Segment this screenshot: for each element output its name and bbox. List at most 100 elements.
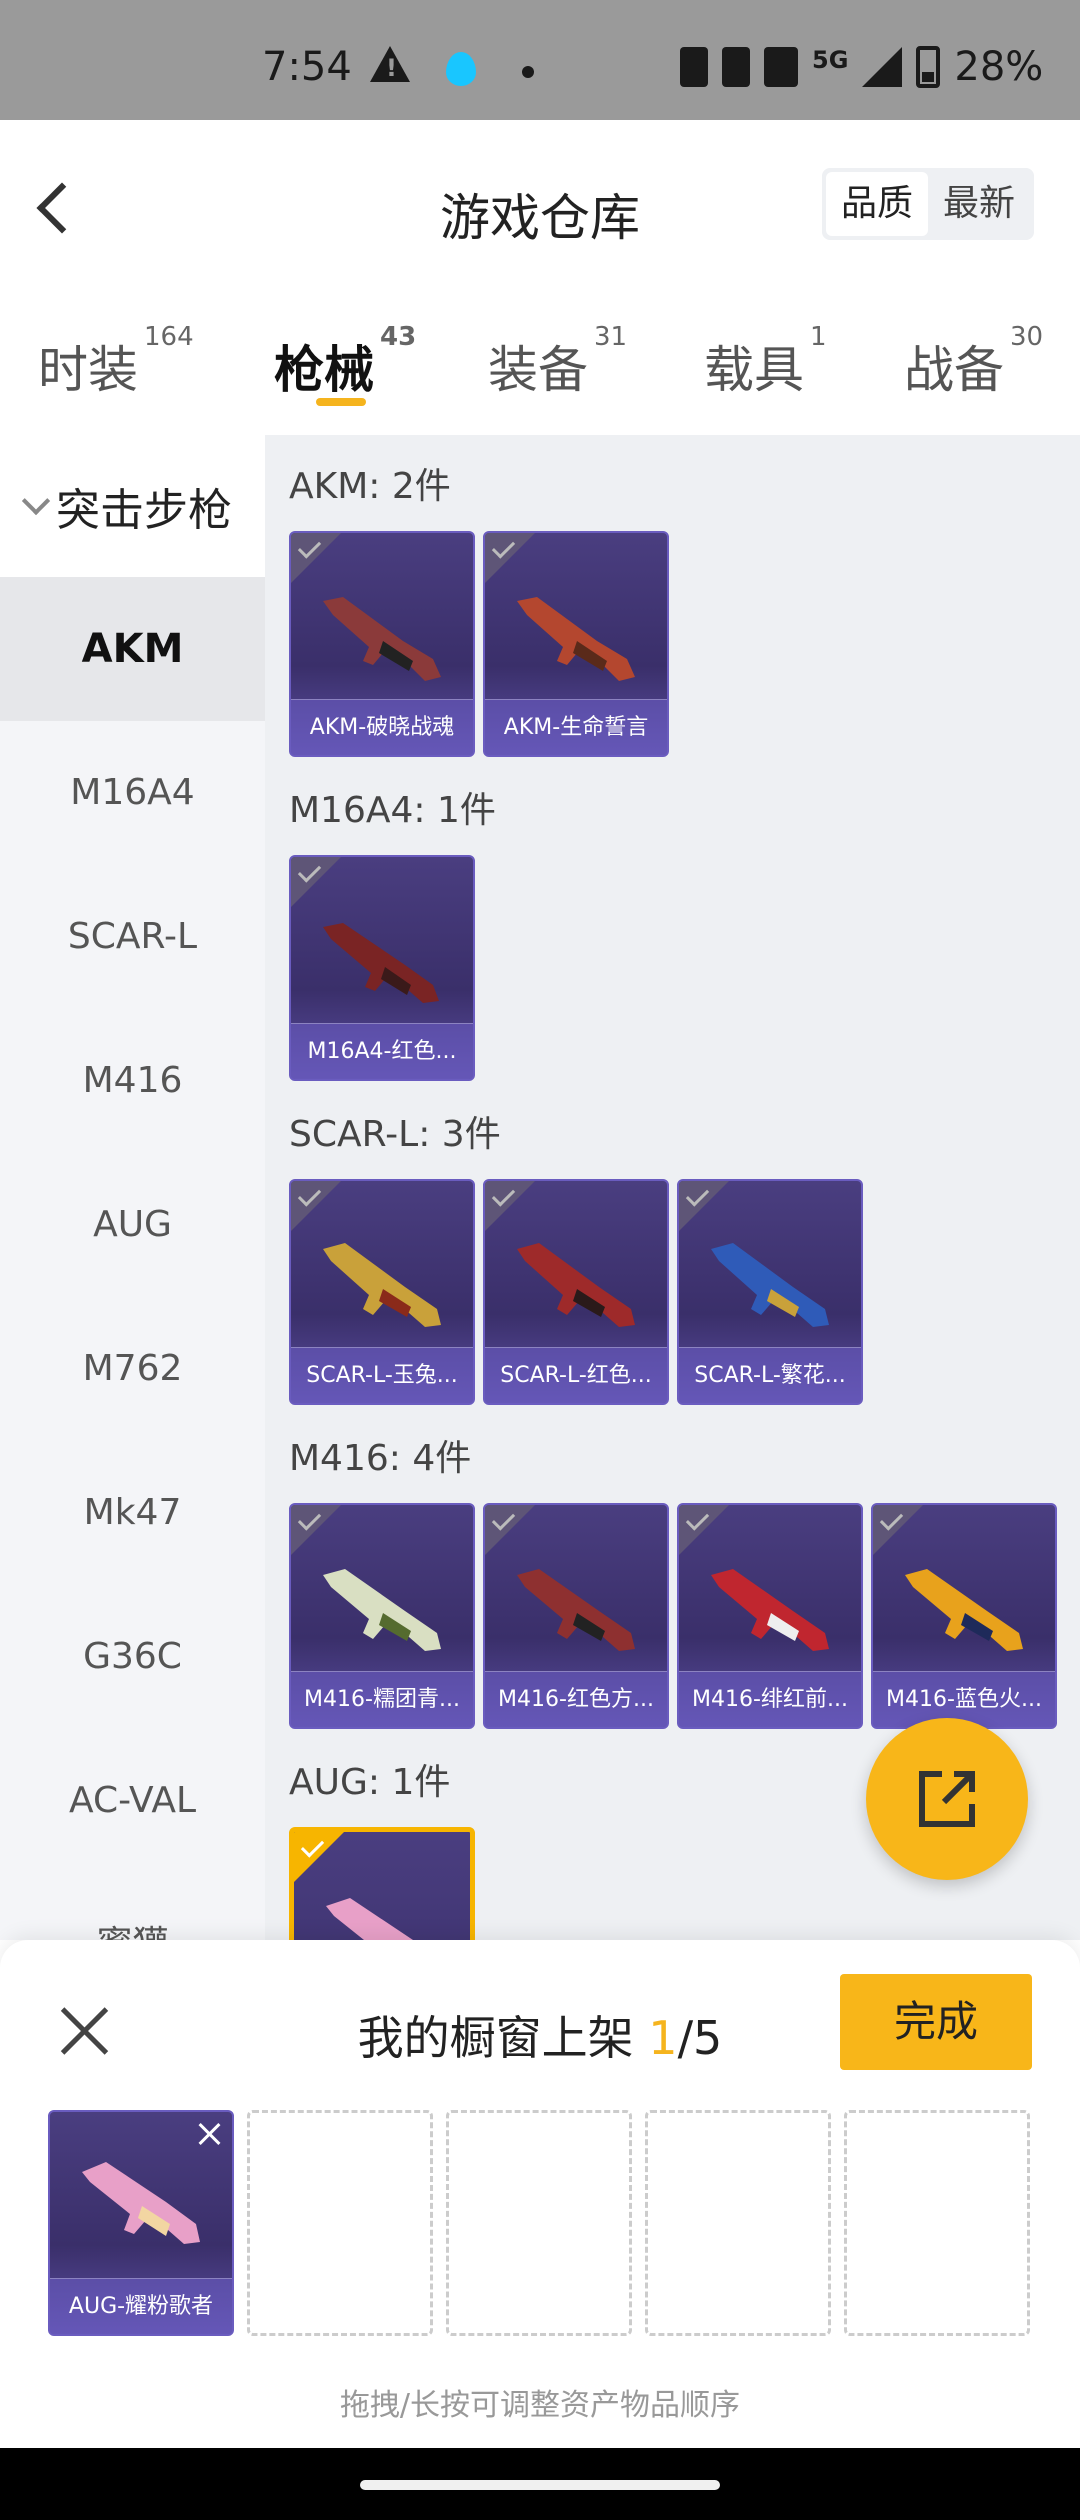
item-card[interactable]: M16A4-红色... [289, 855, 475, 1081]
section-title-akm: AKM: 2件 [289, 466, 451, 507]
showcase-count-current: 1 [648, 2011, 678, 2065]
home-handle[interactable] [360, 2480, 720, 2490]
check-icon [679, 1505, 729, 1555]
check-icon [485, 1181, 535, 1231]
sidebar-item-m416[interactable]: M416 [0, 1009, 265, 1153]
item-name: SCAR-L-玉兔... [291, 1347, 473, 1403]
check-icon [291, 1181, 341, 1231]
sidebar-item-ac-val[interactable]: AC-VAL [0, 1729, 265, 1873]
sidebar-item-aug[interactable]: AUG [0, 1153, 265, 1297]
check-icon [485, 533, 535, 583]
done-button[interactable]: 完成 [840, 1974, 1032, 2070]
section-title-scar-l: SCAR-L: 3件 [289, 1114, 501, 1155]
item-card[interactable]: M416-蓝色火... [871, 1503, 1057, 1729]
sidebar-item-honey-badger[interactable]: 蜜獾 [0, 1873, 265, 1940]
status-right: 5G 28% [680, 44, 1043, 90]
section-title-m416: M416: 4件 [289, 1438, 472, 1479]
sidebar-item-g36c[interactable]: G36C [0, 1585, 265, 1729]
item-name: M16A4-红色... [291, 1023, 473, 1079]
rifle-icon [517, 597, 635, 681]
chevron-down-icon [21, 486, 51, 516]
share-fab[interactable] [866, 1718, 1028, 1880]
remove-icon[interactable] [194, 2118, 226, 2150]
reorder-hint: 拖拽/长按可调整资产物品顺序 [339, 2388, 741, 2423]
sidebar-item-akm[interactable]: AKM [0, 577, 265, 721]
item-card[interactable]: M416-红色方... [483, 1503, 669, 1729]
rifle-icon [323, 1569, 441, 1651]
tab-count: 43 [380, 322, 417, 352]
tab-fashion[interactable]: 时装164 [38, 322, 194, 402]
tab-label: 时装 [38, 341, 138, 399]
item-card[interactable]: SCAR-L-玉兔... [289, 1179, 475, 1405]
item-grid: AKM: 2件 AKM-破晓战魂 AKM-生命誓言 M16A4: 1件 M16A… [265, 435, 1080, 1940]
item-name: M416-红色方... [485, 1671, 667, 1727]
sidebar-group-label: 突击步枪 [56, 485, 232, 536]
sidebar-item-m762[interactable]: M762 [0, 1297, 265, 1441]
share-icon [919, 1771, 975, 1827]
check-icon [679, 1181, 729, 1231]
tab-gear[interactable]: 装备31 [488, 322, 627, 402]
showcase-slot-5[interactable] [844, 2110, 1030, 2336]
item-name: M416-蓝色火... [873, 1671, 1055, 1727]
item-name: SCAR-L-繁花... [679, 1347, 861, 1403]
tab-label: 装备 [488, 341, 588, 399]
sort-toggle: 品质 最新 [822, 168, 1034, 240]
tab-vehicles[interactable]: 载具1 [704, 322, 827, 402]
wifi-icon [764, 47, 798, 87]
sort-quality[interactable]: 品质 [826, 172, 928, 236]
showcase-count-total: /5 [677, 2011, 723, 2065]
sidebar-item-scar-l[interactable]: SCAR-L [0, 865, 265, 1009]
weapon-sidebar: 突击步枪 AKM M16A4 SCAR-L M416 AUG M762 Mk47… [0, 435, 265, 1940]
section-title-aug: AUG: 1件 [289, 1762, 451, 1803]
check-icon [873, 1505, 923, 1555]
rifle-icon [323, 1243, 441, 1327]
item-name: M416-绯红前... [679, 1671, 861, 1727]
item-name: M416-糯团青... [291, 1671, 473, 1727]
rifle-icon [323, 923, 439, 1003]
sidebar-item-mk47[interactable]: Mk47 [0, 1441, 265, 1585]
item-card-selected[interactable] [289, 1827, 475, 1940]
rifle-icon [517, 1569, 635, 1651]
tab-supplies[interactable]: 战备30 [904, 322, 1043, 402]
item-name: SCAR-L-红色... [485, 1347, 667, 1403]
showcase-sheet: 我的橱窗上架 1/5 完成 AUG-耀粉歌者 拖拽/长按可调整资产物品顺序 [0, 1940, 1080, 2448]
sidebar-item-m16a4[interactable]: M16A4 [0, 721, 265, 865]
item-card[interactable]: AKM-生命誓言 [483, 531, 669, 757]
rifle-icon [323, 597, 441, 681]
category-tabs: 时装164 枪械43 装备31 载具1 战备30 [0, 290, 1080, 435]
status-bar: 7:54 5G 28% [0, 0, 1080, 120]
active-tab-indicator [316, 398, 366, 406]
check-icon [485, 1505, 535, 1555]
rifle-icon [711, 1243, 829, 1327]
tab-guns[interactable]: 枪械43 [274, 322, 416, 402]
showcase-slot-3[interactable] [446, 2110, 632, 2336]
showcase-slot-1[interactable]: AUG-耀粉歌者 [48, 2110, 234, 2336]
water-drop-icon [446, 52, 476, 86]
sidebar-group-assault-rifles[interactable]: 突击步枪 [0, 435, 265, 577]
item-name: AKM-破晓战魂 [291, 699, 473, 755]
sort-newest[interactable]: 最新 [928, 172, 1030, 236]
tab-label: 枪械 [274, 341, 374, 399]
item-card[interactable]: SCAR-L-繁花... [677, 1179, 863, 1405]
item-card[interactable]: M416-糯团青... [289, 1503, 475, 1729]
rifle-icon [905, 1569, 1023, 1651]
tab-count: 30 [1010, 322, 1044, 352]
check-icon [294, 1832, 344, 1882]
rifle-icon [517, 1243, 635, 1327]
tab-label: 载具 [704, 341, 804, 399]
battery-icon [916, 46, 941, 88]
showcase-slot-4[interactable] [645, 2110, 831, 2336]
item-card[interactable]: AKM-破晓战魂 [289, 531, 475, 757]
item-card[interactable]: SCAR-L-红色... [483, 1179, 669, 1405]
rifle-icon [82, 2162, 200, 2244]
showcase-slot-2[interactable] [247, 2110, 433, 2336]
sim-icon [722, 47, 750, 87]
tab-count: 164 [144, 322, 194, 352]
battery-level: 28% [954, 44, 1044, 90]
system-nav-bar [0, 2448, 1080, 2520]
item-card[interactable]: M416-绯红前... [677, 1503, 863, 1729]
section-title-m16a4: M16A4: 1件 [289, 790, 496, 831]
slot-item-name: AUG-耀粉歌者 [50, 2278, 232, 2334]
header: 游戏仓库 品质 最新 [0, 120, 1080, 290]
item-name: AKM-生命誓言 [485, 699, 667, 755]
